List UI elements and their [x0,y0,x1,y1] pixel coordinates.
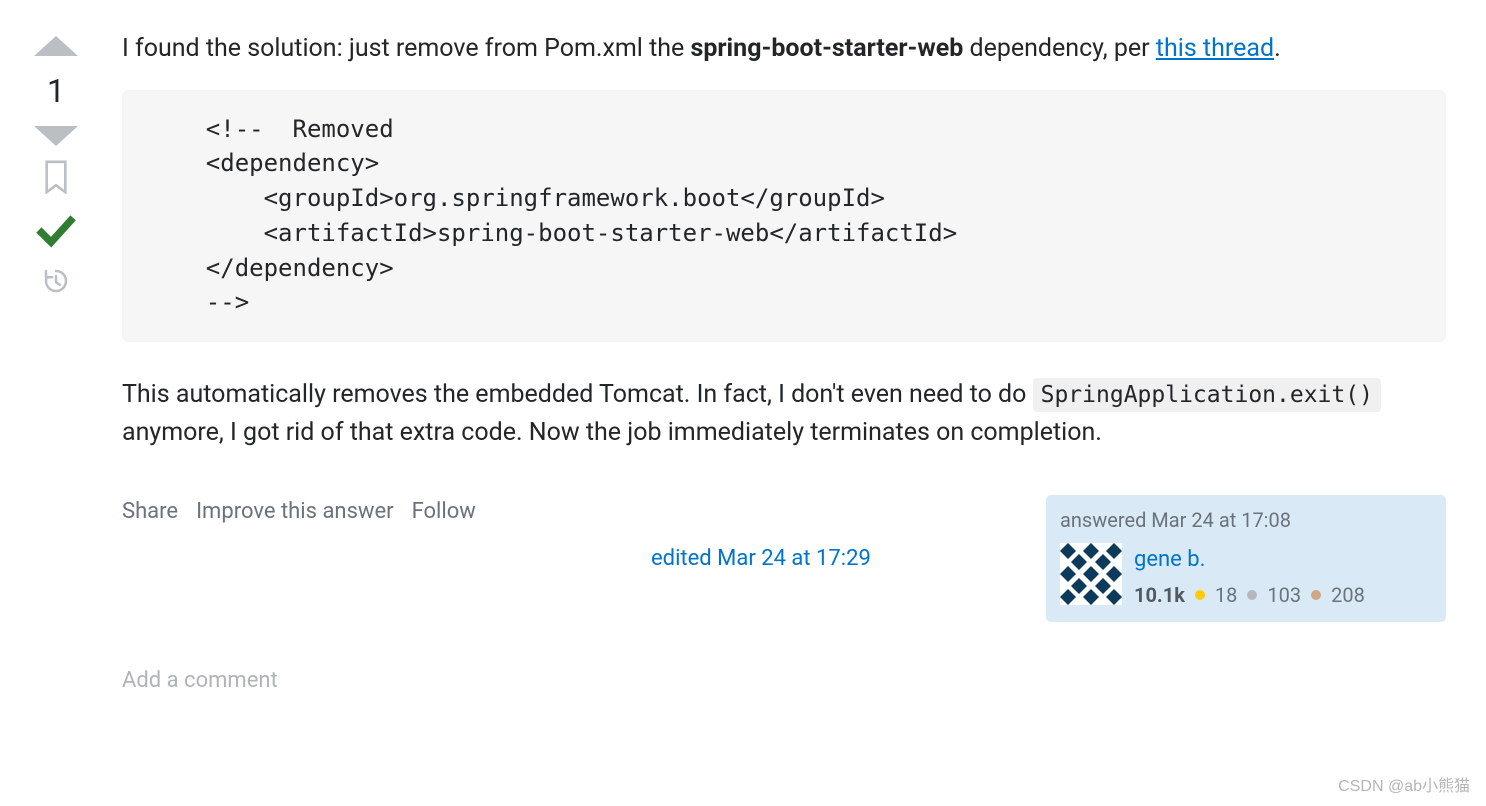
edited-link[interactable]: edited Mar 24 at 17:29 [651,542,871,575]
vote-score: 1 [47,72,65,110]
post-actions: Share Improve this answer Follow [122,495,476,528]
intro-bold: spring-boot-starter-web [691,34,964,63]
watermark: CSDN @ab小熊猫 [1338,772,1470,796]
add-comment-link[interactable]: Add a comment [122,664,1446,697]
intro-text-mid: dependency, per [963,34,1156,63]
para2-post: anymore, I got rid of that extra code. N… [122,418,1102,447]
bronze-badge-count: 208 [1331,580,1365,610]
accepted-check-icon [34,208,78,252]
intro-text-pre: I found the solution: just remove from P… [122,34,691,63]
post-footer: Share Improve this answer Follow edited … [122,495,1446,622]
bronze-badge-icon [1311,590,1321,600]
answered-label: answered Mar 24 at 17:08 [1060,505,1432,535]
code-block: <!-- Removed <dependency> <groupId>org.s… [122,90,1446,343]
vote-column: 1 [20,30,92,697]
silver-badge-count: 103 [1267,580,1301,610]
follow-link[interactable]: Follow [412,495,476,528]
user-reputation: 10.1k [1134,580,1185,610]
para2-pre: This automatically removes the embedded … [122,380,1033,409]
user-info: gene b. 10.1k 18 103 208 [1134,543,1365,610]
bookmark-icon[interactable] [42,160,70,194]
second-paragraph: This automatically removes the embedded … [122,376,1446,451]
user-stats: 10.1k 18 103 208 [1134,580,1365,610]
answer-body: I found the solution: just remove from P… [122,30,1446,697]
avatar[interactable] [1060,543,1122,605]
thread-link[interactable]: this thread [1156,34,1274,63]
intro-text-end: . [1274,34,1281,63]
gold-badge-icon [1195,590,1205,600]
downvote-button[interactable] [34,126,78,146]
user-name-link[interactable]: gene b. [1134,543,1365,576]
share-link[interactable]: Share [122,495,178,528]
history-icon[interactable] [41,266,71,296]
user-card: answered Mar 24 at 17:08 [1046,495,1446,622]
upvote-button[interactable] [34,36,78,56]
improve-link[interactable]: Improve this answer [196,495,394,528]
inline-code: SpringApplication.exit() [1033,378,1381,412]
silver-badge-icon [1247,590,1257,600]
gold-badge-count: 18 [1215,580,1237,610]
intro-paragraph: I found the solution: just remove from P… [122,30,1446,68]
